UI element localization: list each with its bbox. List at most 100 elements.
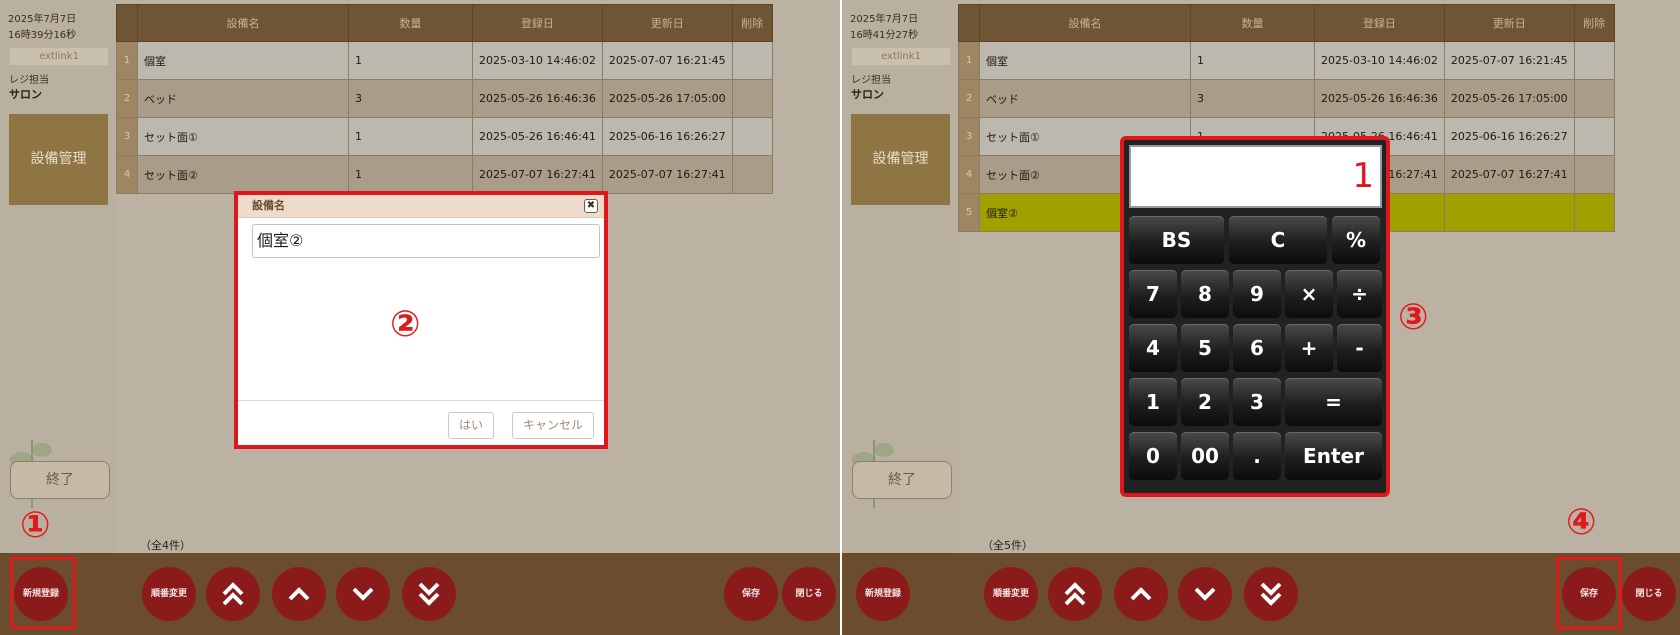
cell-delete[interactable] xyxy=(731,155,773,194)
row-number: 2 xyxy=(116,79,138,118)
equipment-name-dialog: 設備名 ✖ 個室② ② はい キャンセル xyxy=(234,191,608,449)
cell-name[interactable]: 個室 xyxy=(137,41,349,80)
header-delete: 削除 xyxy=(1573,4,1615,42)
cell-name[interactable]: 個室 xyxy=(979,41,1191,80)
key-7[interactable]: 7 xyxy=(1129,270,1177,318)
close-button[interactable]: 閉じる xyxy=(1622,567,1676,621)
key-multiply[interactable]: × xyxy=(1285,270,1333,318)
cell-name[interactable]: セット面② xyxy=(137,155,349,194)
row-number-header xyxy=(958,4,980,42)
save-button[interactable]: 保存 xyxy=(724,567,778,621)
key-1[interactable]: 1 xyxy=(1129,378,1177,426)
key-decimal[interactable]: . xyxy=(1233,432,1281,480)
end-button[interactable]: 終了 xyxy=(852,461,952,499)
cell-delete[interactable] xyxy=(1573,193,1615,232)
key-3[interactable]: 3 xyxy=(1233,378,1281,426)
key-4[interactable]: 4 xyxy=(1129,324,1177,372)
cell-updated: 2025-06-16 16:26:27 xyxy=(1443,117,1575,156)
table-row[interactable]: 3 セット面① 1 2025-05-26 16:46:41 2025-06-16… xyxy=(116,117,773,156)
table-row[interactable]: 1 個室 1 2025-03-10 14:46:02 2025-07-07 16… xyxy=(958,41,1615,80)
cell-registered: 2025-05-26 16:46:41 xyxy=(472,117,603,156)
cell-quantity[interactable]: 3 xyxy=(1190,79,1315,118)
cell-delete[interactable] xyxy=(731,79,773,118)
cell-quantity[interactable]: 1 xyxy=(348,41,473,80)
cell-updated xyxy=(1443,193,1575,232)
key-0[interactable]: 0 xyxy=(1129,432,1177,480)
key-enter[interactable]: Enter xyxy=(1285,432,1382,480)
cell-quantity[interactable]: 1 xyxy=(348,117,473,156)
key-plus[interactable]: + xyxy=(1285,324,1333,372)
cell-updated: 2025-05-26 17:05:00 xyxy=(1443,79,1575,118)
extlink-label[interactable]: extlink1 xyxy=(10,48,108,65)
key-equals[interactable]: = xyxy=(1285,378,1382,426)
cell-delete[interactable] xyxy=(1573,41,1615,80)
cell-quantity[interactable]: 1 xyxy=(1190,41,1315,80)
table-row[interactable]: 1 個室 1 2025-03-10 14:46:02 2025-07-07 16… xyxy=(116,41,773,80)
key-percent[interactable]: % xyxy=(1332,216,1380,264)
header-registered: 登録日 xyxy=(472,4,603,42)
annotation-highlight-new-button xyxy=(10,557,76,629)
cell-quantity[interactable]: 3 xyxy=(348,79,473,118)
reorder-button[interactable]: 順番変更 xyxy=(984,567,1038,621)
close-icon[interactable]: ✖ xyxy=(584,199,598,213)
key-6[interactable]: 6 xyxy=(1233,324,1281,372)
header-name: 設備名 xyxy=(979,4,1191,42)
move-bottom-button[interactable] xyxy=(1244,567,1298,621)
key-9[interactable]: 9 xyxy=(1233,270,1281,318)
key-5[interactable]: 5 xyxy=(1181,324,1229,372)
bottom-toolbar: 新規登録 順番変更 保存 閉じる xyxy=(842,553,1680,635)
double-chevron-up-icon xyxy=(222,582,244,606)
cell-quantity[interactable]: 1 xyxy=(348,155,473,194)
move-up-button[interactable] xyxy=(1114,567,1168,621)
header-quantity: 数量 xyxy=(1190,4,1315,42)
cell-delete[interactable] xyxy=(731,41,773,80)
cell-name[interactable]: セット面① xyxy=(137,117,349,156)
left-screen: 2025年7月7日 16時39分16秒 extlink1 レジ担当 サロン 設備… xyxy=(0,0,840,635)
move-top-button[interactable] xyxy=(1048,567,1102,621)
row-number: 4 xyxy=(116,155,138,194)
move-top-button[interactable] xyxy=(206,567,260,621)
header-registered: 登録日 xyxy=(1314,4,1445,42)
record-count: （全4件） xyxy=(140,539,191,552)
cell-delete[interactable] xyxy=(1573,79,1615,118)
regi-label: レジ担当 xyxy=(851,75,891,86)
move-bottom-button[interactable] xyxy=(402,567,456,621)
move-up-button[interactable] xyxy=(272,567,326,621)
key-8[interactable]: 8 xyxy=(1181,270,1229,318)
chevron-up-icon xyxy=(288,587,310,601)
cell-registered: 2025-03-10 14:46:02 xyxy=(1314,41,1445,80)
new-registration-button[interactable]: 新規登録 xyxy=(856,567,910,621)
equipment-name-input[interactable]: 個室② xyxy=(252,224,600,258)
cell-delete[interactable] xyxy=(731,117,773,156)
annotation-marker-2: ② xyxy=(390,304,421,345)
key-2[interactable]: 2 xyxy=(1181,378,1229,426)
key-backspace[interactable]: BS xyxy=(1129,216,1224,264)
cell-delete[interactable] xyxy=(1573,155,1615,194)
chevron-up-icon xyxy=(1130,587,1152,601)
move-down-button[interactable] xyxy=(1178,567,1232,621)
table-row[interactable]: 2 ベッド 3 2025-05-26 16:46:36 2025-05-26 1… xyxy=(116,79,773,118)
end-button[interactable]: 終了 xyxy=(10,461,110,499)
cell-delete[interactable] xyxy=(1573,117,1615,156)
move-down-button[interactable] xyxy=(336,567,390,621)
cell-name[interactable]: ベッド xyxy=(137,79,349,118)
row-number: 2 xyxy=(958,79,980,118)
key-clear[interactable]: C xyxy=(1229,216,1327,264)
extlink-label[interactable]: extlink1 xyxy=(852,48,950,65)
header-name: 設備名 xyxy=(137,4,349,42)
table-row[interactable]: 4 セット面② 1 2025-07-07 16:27:41 2025-07-07… xyxy=(116,155,773,194)
reorder-button[interactable]: 順番変更 xyxy=(142,567,196,621)
equipment-management-button[interactable]: 設備管理 xyxy=(9,114,108,205)
double-chevron-up-icon xyxy=(1064,582,1086,606)
cell-name[interactable]: ベッド xyxy=(979,79,1191,118)
key-minus[interactable]: - xyxy=(1337,324,1382,372)
equipment-management-button[interactable]: 設備管理 xyxy=(851,114,950,205)
close-button[interactable]: 閉じる xyxy=(782,567,836,621)
table-row[interactable]: 2 ベッド 3 2025-05-26 16:46:36 2025-05-26 1… xyxy=(958,79,1615,118)
yes-button[interactable]: はい xyxy=(448,412,494,439)
right-screen: 2025年7月7日 16時41分27秒 extlink1 レジ担当 サロン 設備… xyxy=(842,0,1680,635)
key-00[interactable]: 00 xyxy=(1181,432,1229,480)
cancel-button[interactable]: キャンセル xyxy=(512,412,594,439)
key-divide[interactable]: ÷ xyxy=(1337,270,1382,318)
sidebar: 2025年7月7日 16時41分27秒 extlink1 レジ担当 サロン 設備… xyxy=(842,0,958,553)
